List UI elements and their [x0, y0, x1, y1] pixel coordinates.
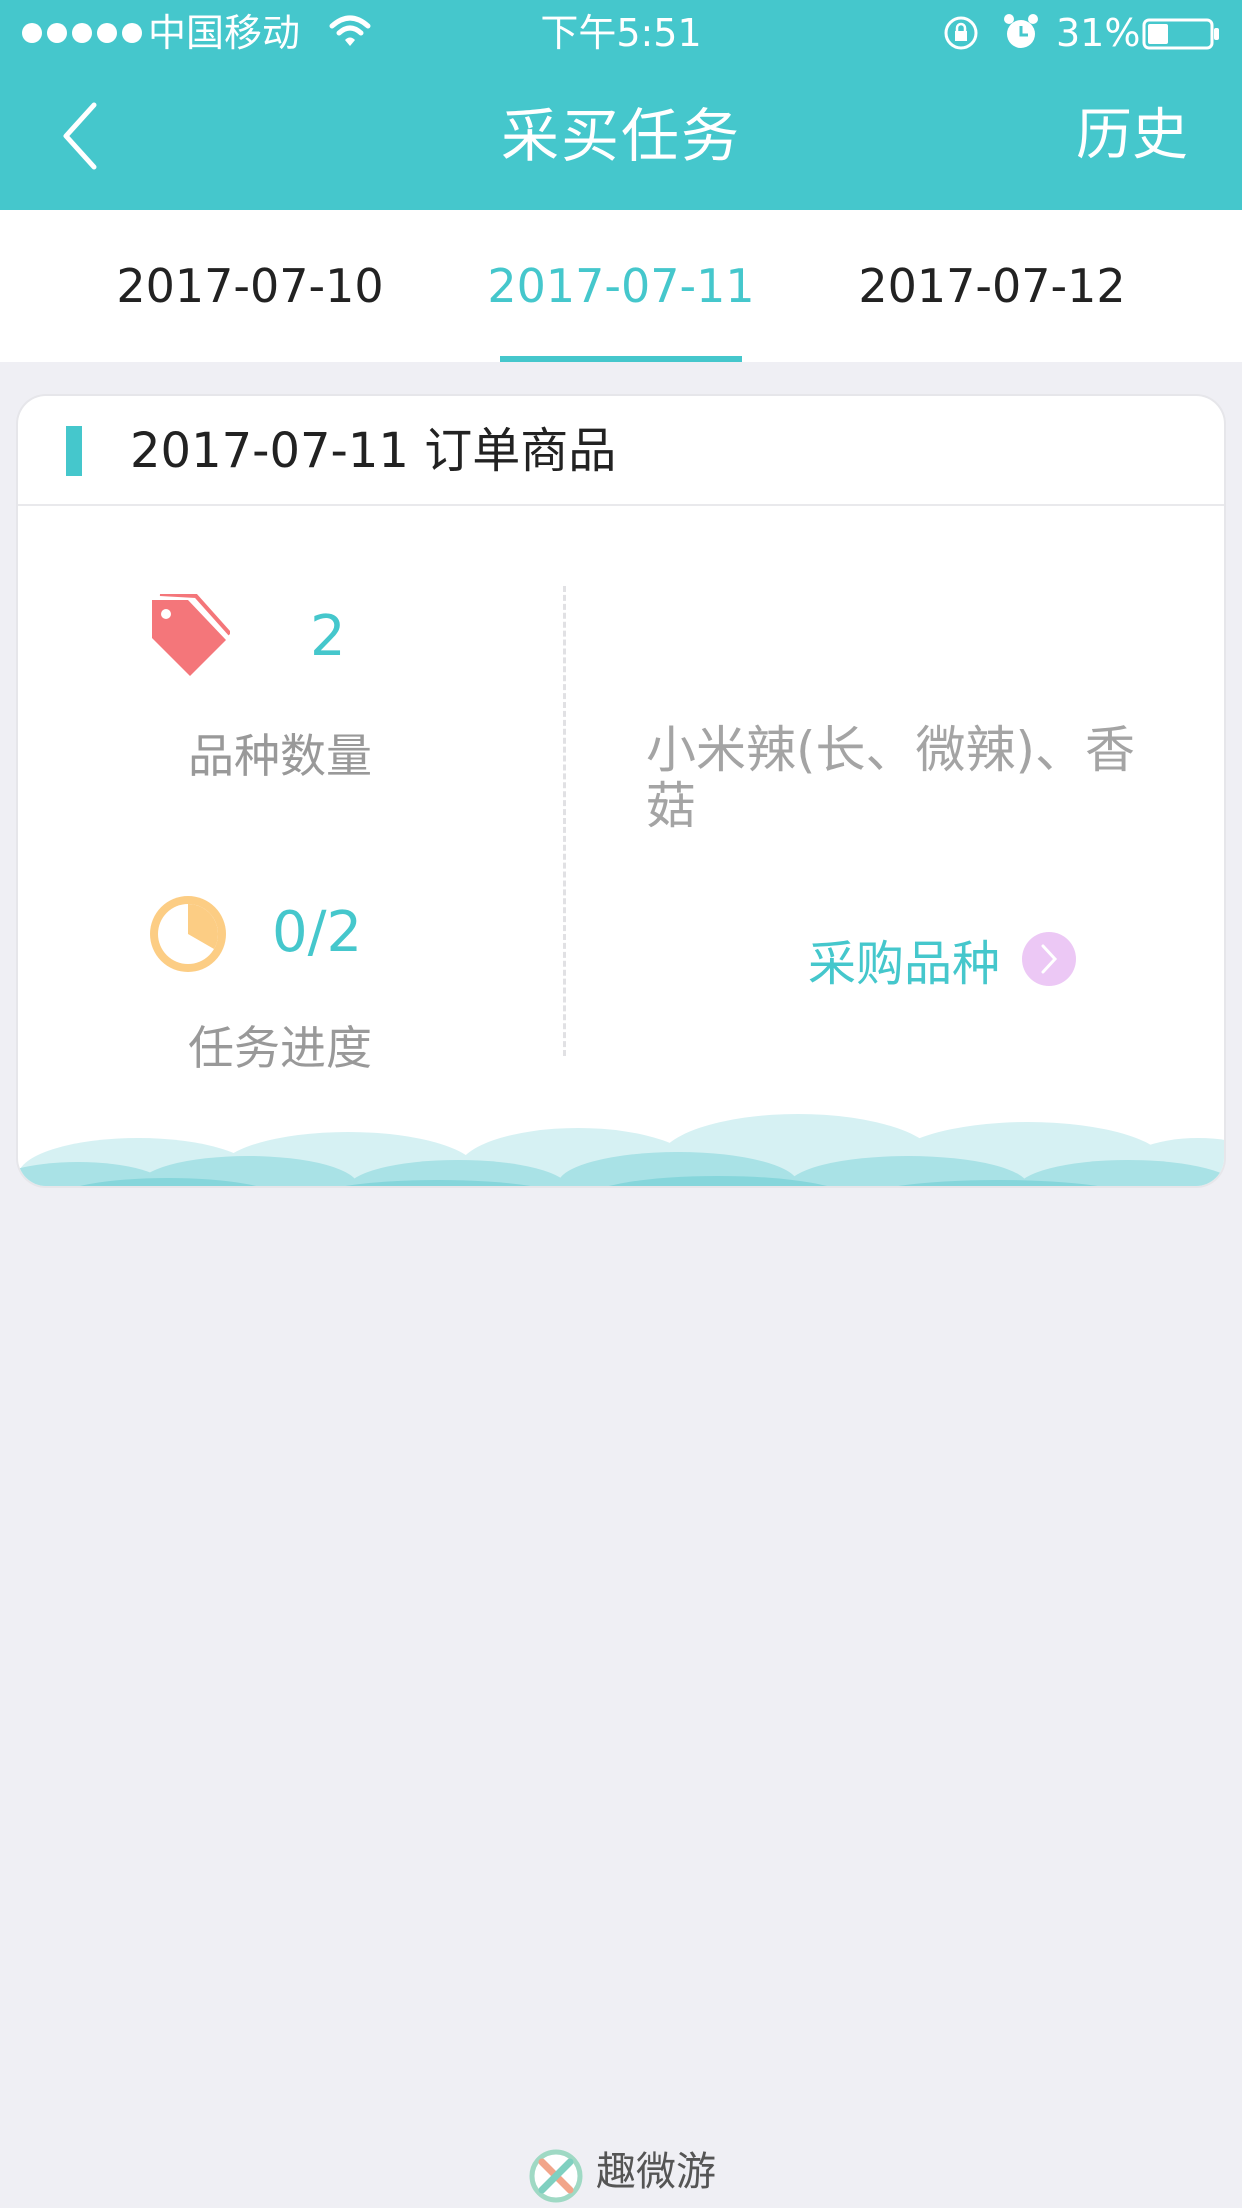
variety-count: 2 [310, 604, 346, 669]
active-tab-indicator [500, 356, 742, 362]
progress-pie-icon [150, 896, 226, 972]
card-title: 2017-07-11 订单商品 [130, 423, 617, 479]
tab-date-previous[interactable]: 2017-07-10 [60, 210, 440, 362]
task-progress-value: 0/2 [272, 900, 363, 965]
watermark-logo-icon [529, 2149, 583, 2203]
cloud-decoration [18, 1114, 1224, 1186]
tab-date-current[interactable]: 2017-07-11 [431, 210, 811, 362]
chevron-right-icon [1022, 932, 1077, 986]
navigation-bar: 采买任务 历史 [0, 66, 1242, 210]
rotation-lock-icon [944, 16, 978, 50]
battery-icon [1142, 18, 1219, 50]
task-progress-label: 任务进度 [188, 1021, 372, 1075]
history-button[interactable]: 历史 [1076, 100, 1188, 172]
purchase-varieties-link[interactable]: 采购品种 [808, 924, 1077, 994]
price-tag-icon [152, 594, 230, 676]
battery-percentage: 31% [1056, 11, 1141, 55]
status-bar: 中国移动 下午5:51 31% [0, 0, 1242, 66]
tab-date-next[interactable]: 2017-07-12 [802, 210, 1182, 362]
top-header: 中国移动 下午5:51 31% 采买任务 历史 [0, 0, 1242, 210]
alarm-icon [1004, 14, 1038, 48]
date-tabs: 2017-07-10 2017-07-11 2017-07-12 [0, 210, 1242, 362]
variety-count-label: 品种数量 [188, 729, 372, 783]
purchase-link-label: 采购品种 [808, 936, 1001, 992]
column-divider [563, 586, 566, 1056]
header-accent-bar [66, 426, 82, 476]
varieties-list: 小米辣(长、微辣)、香菇 [646, 721, 1136, 835]
watermark-brand: 趣微游 [596, 2149, 716, 2195]
card-header: 2017-07-11 订单商品 [18, 396, 1224, 506]
page-title: 采买任务 [500, 102, 741, 170]
order-goods-card: 2017-07-11 订单商品 2 品种数量 0/2 任务进度 小米辣(长、微辣… [18, 396, 1224, 1186]
